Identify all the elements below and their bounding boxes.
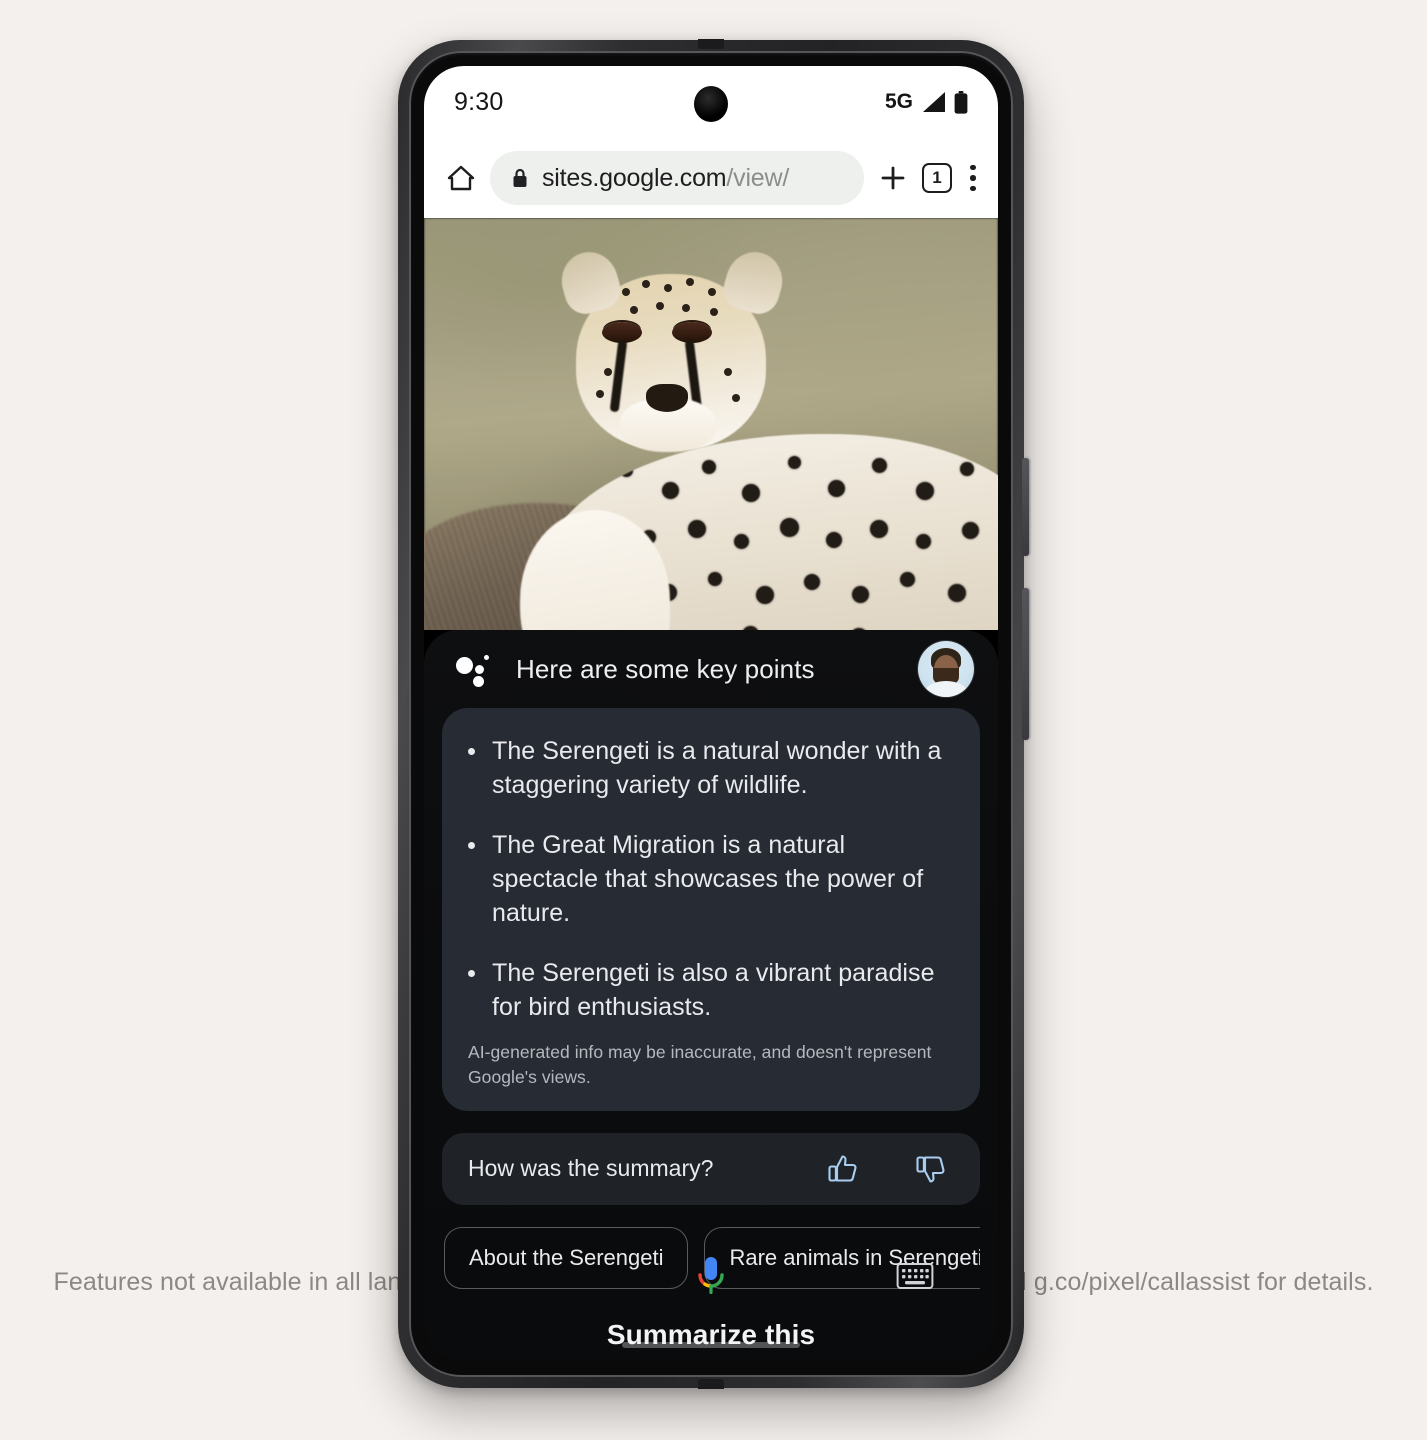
battery-full-icon: [954, 90, 968, 114]
list-item: The Great Migration is a natural spectac…: [468, 828, 954, 930]
antenna-line-top: [698, 39, 724, 49]
network-type-label: 5G: [884, 90, 913, 113]
address-bar[interactable]: sites.google.com/view/: [490, 151, 864, 205]
address-bar-text: sites.google.com/view/: [542, 164, 789, 193]
summary-bullet-list: The Serengeti is a natural wonder with a…: [468, 734, 954, 1024]
bullet-dot: [468, 748, 475, 755]
status-indicators: 5G: [885, 90, 968, 114]
volume-button[interactable]: [1022, 588, 1029, 740]
assistant-header: Here are some key points: [442, 630, 980, 708]
assistant-input-row: [424, 1248, 998, 1304]
tab-counter-button[interactable]: 1: [922, 163, 952, 193]
list-item: The Serengeti is also a vibrant paradise…: [468, 956, 954, 1024]
bullet-text: The Serengeti is also a vibrant paradise…: [492, 959, 935, 1021]
power-button[interactable]: [1022, 458, 1029, 556]
screenshot-stage: Features not available in all languages …: [0, 0, 1427, 1440]
assistant-panel: Here are some key points The Serengeti i…: [424, 630, 998, 1362]
google-mic-icon[interactable]: [694, 1254, 728, 1298]
feedback-label: How was the summary?: [468, 1155, 714, 1182]
status-clock: 9:30: [454, 87, 504, 116]
thumbs-up-icon[interactable]: [826, 1152, 860, 1186]
user-avatar[interactable]: [918, 641, 974, 697]
cheetah-nose: [646, 384, 688, 412]
navigation-pill[interactable]: [622, 1342, 800, 1348]
google-assistant-sparkle-icon: [456, 652, 490, 687]
home-icon[interactable]: [446, 163, 476, 193]
signal-bars-icon: [923, 92, 945, 112]
assistant-title: Here are some key points: [516, 653, 815, 684]
plus-icon[interactable]: [878, 163, 908, 193]
list-item: The Serengeti is a natural wonder with a…: [468, 734, 954, 802]
bullet-dot: [468, 842, 475, 849]
browser-chrome: 9:30 5G sites.google.com/view/ 1: [424, 66, 998, 218]
status-bar: 9:30 5G: [424, 66, 998, 138]
lock-icon: [513, 168, 527, 187]
bullet-dot: [468, 970, 475, 977]
omnibox-row: sites.google.com/view/ 1: [424, 138, 998, 218]
bullet-text: The Great Migration is a natural spectac…: [492, 831, 924, 927]
front-camera-punch-hole-icon: [694, 86, 728, 122]
bullet-text: The Serengeti is a natural wonder with a…: [492, 737, 942, 799]
thumbs-down-icon[interactable]: [914, 1152, 948, 1186]
kebab-menu-icon[interactable]: [970, 164, 976, 192]
keyboard-icon[interactable]: [896, 1261, 934, 1291]
pixel-phone-device: 9:30 5G sites.google.com/view/ 1 Here ar…: [398, 39, 1029, 1389]
url-path: /view/: [726, 163, 790, 192]
summary-card: The Serengeti is a natural wonder with a…: [442, 708, 980, 1111]
ai-disclaimer-text: AI-generated info may be inaccurate, and…: [468, 1042, 932, 1088]
phone-screen: 9:30 5G sites.google.com/view/ 1 Here ar…: [424, 66, 998, 1362]
antenna-line-bottom: [698, 1379, 724, 1389]
hero-photo: [424, 218, 998, 630]
avatar-shoulders: [925, 681, 967, 697]
url-domain: sites.google.com: [542, 163, 727, 192]
feedback-bar: How was the summary?: [442, 1132, 980, 1205]
